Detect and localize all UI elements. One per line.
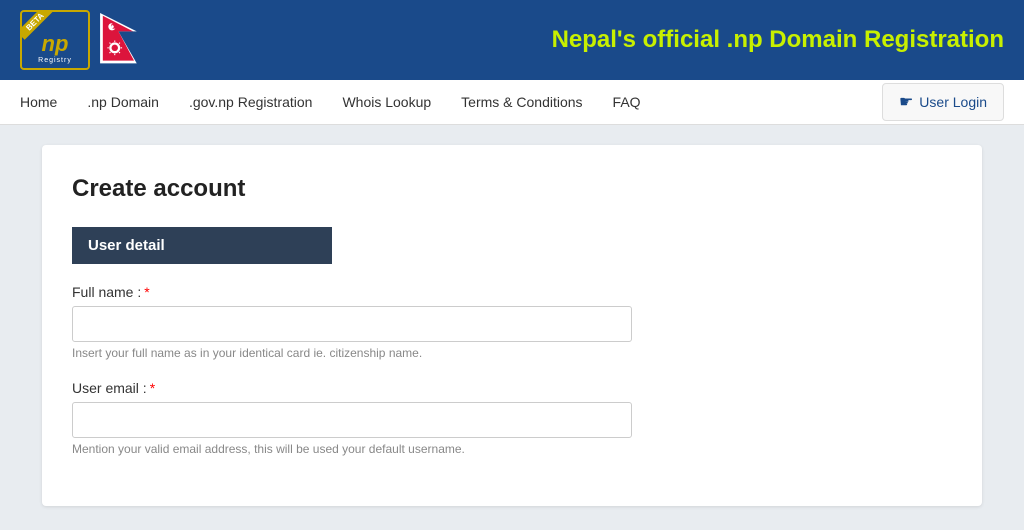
full-name-group: Full name :* Insert your full name as in…: [72, 284, 952, 360]
user-email-hint: Mention your valid email address, this w…: [72, 442, 952, 456]
user-email-input[interactable]: [72, 402, 632, 438]
user-email-group: User email :* Mention your valid email a…: [72, 380, 952, 456]
nav-item-govnp-registration[interactable]: .gov.np Registration: [189, 82, 312, 122]
section-header: User detail: [72, 227, 332, 264]
header-title: Nepal's official .np Domain Registration: [552, 26, 1004, 54]
logo-text: np: [42, 31, 69, 57]
logo-box: BETA np Registry: [20, 10, 90, 70]
user-icon: ☛: [899, 92, 913, 112]
nav-item-np-domain[interactable]: .np Domain: [87, 82, 159, 122]
user-email-label: User email :*: [72, 380, 952, 396]
full-name-label: Full name :*: [72, 284, 952, 300]
nav-item-terms-conditions[interactable]: Terms & Conditions: [461, 82, 582, 122]
user-login-button[interactable]: ☛ User Login: [882, 83, 1004, 121]
registry-label: Registry: [38, 57, 72, 64]
logo-area: BETA np Registry: [20, 10, 148, 70]
nav-item-faq[interactable]: FAQ: [613, 82, 641, 122]
page-title: Create account: [72, 175, 952, 203]
main-content: Create account User detail Full name :* …: [22, 125, 1002, 526]
site-header: BETA np Registry: [0, 0, 1024, 80]
nav-item-whois-lookup[interactable]: Whois Lookup: [342, 82, 431, 122]
nepal-flag-icon: [98, 13, 148, 68]
navigation: Home .np Domain .gov.np Registration Who…: [0, 80, 1024, 125]
full-name-required: *: [144, 284, 149, 300]
user-email-required: *: [150, 380, 155, 396]
nav-item-home[interactable]: Home: [20, 82, 57, 122]
full-name-input[interactable]: [72, 306, 632, 342]
form-card: Create account User detail Full name :* …: [42, 145, 982, 506]
user-login-label: User Login: [919, 94, 987, 110]
full-name-hint: Insert your full name as in your identic…: [72, 346, 952, 360]
